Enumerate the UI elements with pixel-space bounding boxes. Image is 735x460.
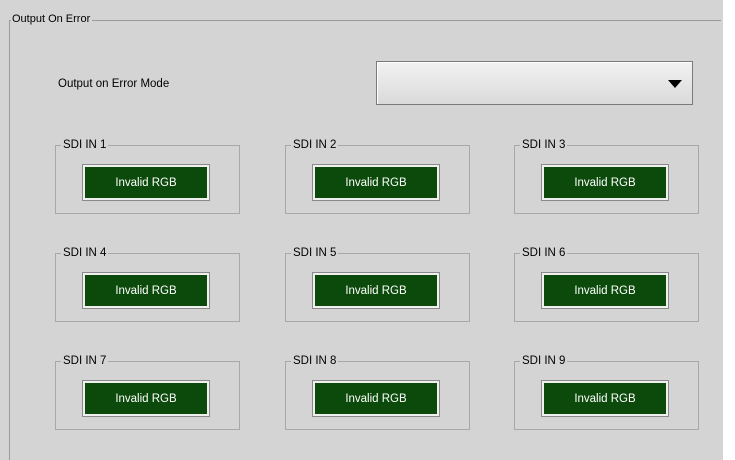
- sdi-in-8-status-button[interactable]: Invalid RGB: [312, 380, 440, 417]
- sdi-in-2-label: SDI IN 2: [291, 138, 339, 152]
- output-mode-label: Output on Error Mode: [58, 78, 170, 90]
- sdi-in-5-status-button[interactable]: Invalid RGB: [312, 272, 440, 309]
- output-on-error-panel: Output On Error Output on Error Mode SDI…: [0, 0, 735, 460]
- sdi-in-6-group: SDI IN 6 Invalid RGB: [514, 246, 699, 322]
- right-margin: [723, 0, 735, 460]
- sdi-in-4-label: SDI IN 4: [61, 246, 109, 260]
- sdi-in-9-group: SDI IN 9 Invalid RGB: [514, 354, 699, 430]
- sdi-in-3-group: SDI IN 3 Invalid RGB: [514, 138, 699, 214]
- chevron-down-icon[interactable]: [668, 80, 682, 88]
- sdi-in-9-status-button[interactable]: Invalid RGB: [541, 380, 669, 417]
- sdi-in-2-group: SDI IN 2 Invalid RGB: [285, 138, 470, 214]
- sdi-in-1-group: SDI IN 1 Invalid RGB: [55, 138, 240, 214]
- sdi-in-2-status-button[interactable]: Invalid RGB: [312, 164, 440, 201]
- sdi-in-5-group: SDI IN 5 Invalid RGB: [285, 246, 470, 322]
- sdi-in-5-label: SDI IN 5: [291, 246, 339, 260]
- sdi-in-4-group: SDI IN 4 Invalid RGB: [55, 246, 240, 322]
- sdi-in-1-status-button[interactable]: Invalid RGB: [82, 164, 210, 201]
- sdi-in-6-label: SDI IN 6: [520, 246, 568, 260]
- sdi-in-7-status-button[interactable]: Invalid RGB: [82, 380, 210, 417]
- sdi-in-3-status-button[interactable]: Invalid RGB: [541, 164, 669, 201]
- sdi-in-8-group: SDI IN 8 Invalid RGB: [285, 354, 470, 430]
- group-title: Output On Error: [11, 13, 93, 26]
- sdi-in-9-label: SDI IN 9: [520, 354, 568, 368]
- sdi-in-8-label: SDI IN 8: [291, 354, 339, 368]
- sdi-in-6-status-button[interactable]: Invalid RGB: [541, 272, 669, 309]
- output-mode-dropdown[interactable]: [376, 61, 693, 105]
- sdi-in-3-label: SDI IN 3: [520, 138, 568, 152]
- sdi-in-7-label: SDI IN 7: [61, 354, 109, 368]
- sdi-in-4-status-button[interactable]: Invalid RGB: [82, 272, 210, 309]
- sdi-in-1-label: SDI IN 1: [61, 138, 109, 152]
- sdi-in-7-group: SDI IN 7 Invalid RGB: [55, 354, 240, 430]
